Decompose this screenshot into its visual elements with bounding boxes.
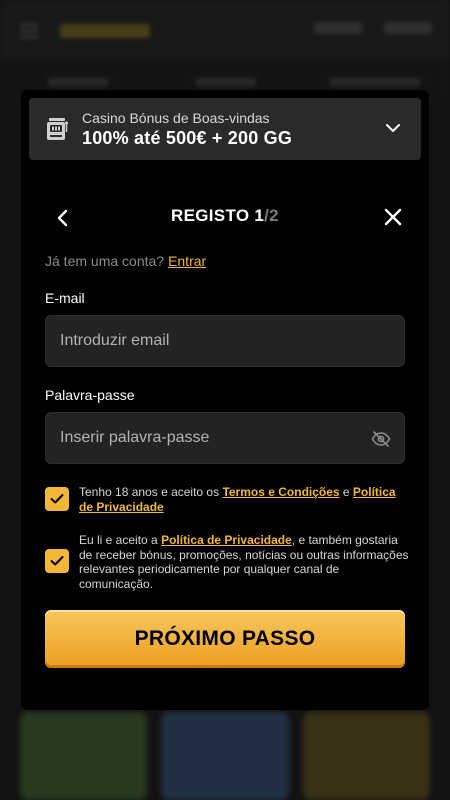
- eye-off-icon[interactable]: [371, 431, 391, 447]
- bonus-subtitle: Casino Bónus de Boas-vindas: [82, 109, 270, 126]
- logo: [60, 24, 150, 38]
- bonus-title: 100% até 500€ + 200 GG: [82, 127, 293, 148]
- welcome-bonus-banner[interactable]: Casino Bónus de Boas-vindas 100% até 500…: [29, 98, 421, 160]
- registration-step-label: REGISTO 1: [171, 206, 265, 225]
- slot-machine-icon: [47, 118, 68, 140]
- background-register-button: [384, 22, 432, 34]
- registration-modal: Casino Bónus de Boas-vindas 100% até 500…: [21, 90, 429, 710]
- background-game-tiles: [20, 712, 430, 800]
- account-prompt-text: Já tem uma conta?: [45, 253, 165, 269]
- terms-and: e: [339, 485, 353, 499]
- next-step-button[interactable]: PRÓXIMO PASSO: [45, 610, 405, 668]
- password-field[interactable]: [45, 412, 405, 464]
- password-label: Palavra-passe: [45, 387, 135, 403]
- background-header: [0, 0, 450, 62]
- menu-icon: [20, 24, 38, 38]
- chevron-down-icon[interactable]: [385, 120, 401, 136]
- close-icon[interactable]: [383, 207, 403, 227]
- email-field[interactable]: [45, 315, 405, 367]
- marketing-privacy-policy-link[interactable]: Política de Privacidade: [161, 533, 292, 547]
- email-label: E-mail: [45, 290, 85, 306]
- check-icon: [50, 494, 64, 504]
- terms-prefix: Tenho 18 anos e aceito os: [79, 485, 223, 499]
- marketing-prefix: Eu li e aceito a: [79, 533, 162, 547]
- login-link[interactable]: Entrar: [168, 253, 206, 269]
- terms-text: Tenho 18 anos e aceito os Termos e Condi…: [79, 485, 409, 514]
- terms-checkbox[interactable]: [45, 487, 69, 511]
- background-login-button: [314, 22, 362, 34]
- registration-step-total: 2: [269, 206, 279, 225]
- check-icon: [50, 556, 64, 566]
- existing-account-prompt: Já tem uma conta? Entrar: [45, 253, 206, 269]
- marketing-checkbox[interactable]: [45, 549, 69, 573]
- marketing-consent-text: Eu li e aceito a Política de Privacidade…: [79, 533, 409, 591]
- terms-conditions-link[interactable]: Termos e Condições: [222, 485, 339, 499]
- registration-title: REGISTO 1/2: [21, 206, 429, 226]
